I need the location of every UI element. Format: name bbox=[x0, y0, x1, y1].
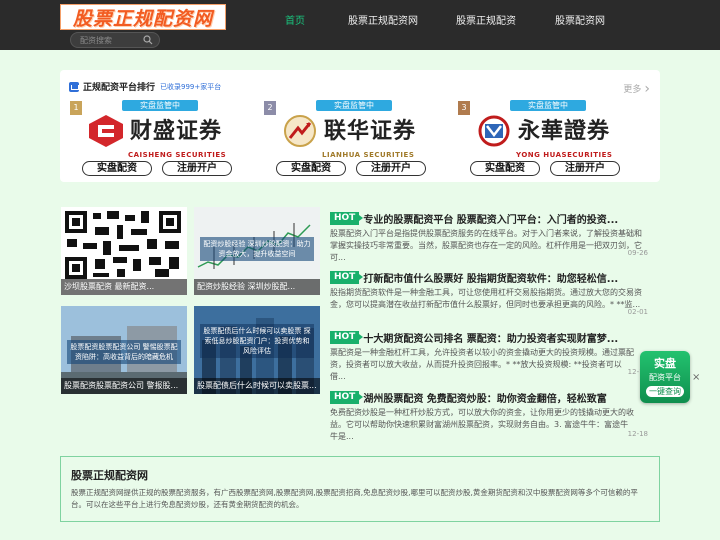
broker-status-ribbon: 实盘监管中 bbox=[510, 100, 586, 111]
nav-home[interactable]: 首页 bbox=[285, 12, 305, 27]
register-account-button[interactable]: 注册开户 bbox=[162, 161, 232, 176]
news-summary: 股指期货配资软件是一种金融工具，可让您使用杠杆交易股指期货。通过放大您的交易资金… bbox=[330, 288, 642, 309]
lianhua-logo-icon bbox=[284, 115, 316, 147]
platform-ranking-card: 正规配资平台排行 已收录999+家平台 更多 1 实盘监管中 财盛证券 CAIS… bbox=[60, 70, 660, 182]
news-summary: 票配资是一种金融杠杆工具，允许投资者以较小的资金撬动更大的投资规模。通过票配资，… bbox=[330, 348, 634, 381]
hot-badge: HOT bbox=[330, 211, 364, 225]
close-icon[interactable]: × bbox=[692, 372, 700, 383]
float-ad-line2: 配资平台 bbox=[649, 373, 681, 382]
ranking-header: 正规配资平台排行 已收录999+家平台 bbox=[69, 80, 221, 93]
article-thumbnail[interactable]: 沙坝股票配资 最新配资... bbox=[61, 207, 187, 295]
register-account-button[interactable]: 注册开户 bbox=[550, 161, 620, 176]
news-title[interactable]: 十大期货配资公司排名 票配资：助力投资者实现财富梦... bbox=[363, 330, 645, 345]
broker-actions: 实盘配资 注册开户 bbox=[276, 161, 426, 176]
news-date: 12-18 bbox=[627, 430, 648, 438]
broker-logo: 永華證券 bbox=[474, 113, 644, 149]
site-about-box: 股票正规配资网 股票正规配资网提供正规的股票配资服务，有广西股票配资网,股票配资… bbox=[60, 456, 660, 522]
news-title[interactable]: 专业的股票配资平台 股票配资入门平台：入门者的投资... bbox=[363, 211, 645, 226]
main-nav: 首页 股票正规配资网 股票正规配资 股票配资网 bbox=[0, 12, 720, 27]
news-summary: 股票配资入门平台是指提供股票配资服务的在线平台。对于入门者来说，了解投资基础和掌… bbox=[330, 229, 642, 262]
broker-logo: 联华证券 bbox=[280, 113, 450, 149]
real-margin-button[interactable]: 实盘配资 bbox=[470, 161, 540, 176]
thumbnail-overlay-text: 股票配债后什么时候可以卖股票 探索低息炒股配资门户：投资优势和风险评估 bbox=[200, 324, 314, 358]
nav-stock-regular-margin[interactable]: 股票正规配资 bbox=[456, 12, 516, 27]
broker-name: 永華證券 bbox=[518, 118, 611, 144]
register-account-button[interactable]: 注册开户 bbox=[356, 161, 426, 176]
float-ad-query-button[interactable]: 一键查询 bbox=[646, 386, 684, 397]
search-icon[interactable] bbox=[143, 35, 153, 45]
news-headline: HOT 湖州股票配资 免费配资炒股：助你资金翻倍，轻松致富 bbox=[330, 390, 648, 405]
ranking-subtitle: 已收录999+家平台 bbox=[160, 82, 222, 91]
news-title[interactable]: 打新配市值什么股票好 股指期货配资软件：助您轻松信... bbox=[363, 270, 645, 285]
broker-english-name: CAISHENG SECURITIES bbox=[128, 151, 227, 159]
top-header: 股票正规配资网 首页 股票正规配资网 股票正规配资 股票配资网 bbox=[0, 0, 720, 50]
broker-name: 联华证券 bbox=[324, 118, 417, 144]
real-margin-button[interactable]: 实盘配资 bbox=[82, 161, 152, 176]
news-item[interactable]: HOT 专业的股票配资平台 股票配资入门平台：入门者的投资... 股票配资入门平… bbox=[330, 211, 648, 264]
broker-english-name: YONG HUASECURITIES bbox=[516, 151, 613, 159]
thumbnail-caption: 配资炒股经验 深圳炒股配... bbox=[194, 279, 320, 295]
about-title: 股票正规配资网 bbox=[71, 469, 148, 482]
float-ad-line1: 实盘 bbox=[654, 357, 676, 370]
hot-badge: HOT bbox=[330, 390, 364, 404]
search-box bbox=[70, 32, 160, 48]
broker-actions: 实盘配资 注册开户 bbox=[470, 161, 620, 176]
news-item[interactable]: HOT 打新配市值什么股票好 股指期货配资软件：助您轻松信... 股指期货配资软… bbox=[330, 270, 648, 323]
news-item[interactable]: HOT 湖州股票配资 免费配资炒股：助你资金翻倍，轻松致富 免费配资炒股是一种杠… bbox=[330, 390, 648, 443]
broker-name: 财盛证券 bbox=[130, 118, 223, 144]
broker-rank-badge: 3 bbox=[458, 101, 470, 115]
ranking-more-link[interactable]: 更多 bbox=[623, 80, 650, 96]
broker-english-name: LIANHUA SECURITIES bbox=[322, 151, 415, 159]
broker-card[interactable]: 2 实盘监管中 联华证券 LIANHUA SECURITIES 实盘配资 注册开… bbox=[264, 100, 454, 177]
broker-actions: 实盘配资 注册开户 bbox=[82, 161, 232, 176]
broker-card[interactable]: 3 实盘监管中 永華證券 YONG HUASECURITIES 实盘配资 注册开… bbox=[458, 100, 648, 177]
news-title[interactable]: 湖州股票配资 免费配资炒股：助你资金翻倍，轻松致富 bbox=[363, 390, 645, 405]
news-headline: HOT 专业的股票配资平台 股票配资入门平台：入门者的投资... bbox=[330, 211, 648, 226]
hot-badge: HOT bbox=[330, 270, 364, 284]
broker-logo: 财盛证券 bbox=[86, 113, 256, 149]
broker-status-ribbon: 实盘监管中 bbox=[316, 100, 392, 111]
broker-status-ribbon: 实盘监管中 bbox=[122, 100, 198, 111]
broker-rank-badge: 1 bbox=[70, 101, 82, 115]
caisheng-logo-icon bbox=[89, 115, 123, 147]
news-date: 02-01 bbox=[627, 308, 648, 316]
news-date: 09-26 bbox=[627, 249, 648, 257]
hot-badge: HOT bbox=[330, 330, 364, 344]
yonghua-logo-icon bbox=[478, 115, 510, 147]
broker-rank-badge: 2 bbox=[264, 101, 276, 115]
article-thumbnail[interactable]: 股票配债后什么时候可以卖股票 探索低息炒股配资门户：投资优势和风险评估 股票配债… bbox=[194, 306, 320, 394]
thumbnail-caption: 沙坝股票配资 最新配资... bbox=[61, 279, 187, 295]
ranking-icon bbox=[69, 81, 79, 92]
real-margin-button[interactable]: 实盘配资 bbox=[276, 161, 346, 176]
ranking-title: 正规配资平台排行 bbox=[83, 83, 156, 93]
thumbnail-caption: 股票配债后什么时候可以卖股票... bbox=[194, 378, 320, 394]
floating-platform-query-widget[interactable]: 实盘 配资平台 一键查询 bbox=[640, 351, 690, 403]
news-summary: 免费配资炒股是一种杠杆炒股方式，可以放大你的资金，让你用更少的钱撬动更大的收益。… bbox=[330, 408, 634, 441]
nav-stock-regular-margin-site[interactable]: 股票正规配资网 bbox=[348, 12, 418, 27]
thumbnail-overlay-text: 股票配资股票配资公司 警惕股票配资陷阱：高收益背后的暗藏危机 bbox=[67, 340, 181, 364]
thumbnail-overlay-text: 配资炒股经验 深圳炒股配资：助力资金放大，提升收益空间 bbox=[200, 237, 314, 261]
news-headline: HOT 打新配市值什么股票好 股指期货配资软件：助您轻松信... bbox=[330, 270, 648, 285]
thumbnail-caption: 股票配资股票配资公司 警报股... bbox=[61, 378, 187, 394]
search-input[interactable] bbox=[80, 34, 140, 47]
about-text: 股票正规配资网提供正规的股票配资服务，有广西股票配资网,股票配资网,股票配资招商… bbox=[71, 488, 638, 509]
news-item[interactable]: HOT 十大期货配资公司排名 票配资：助力投资者实现财富梦... 票配资是一种金… bbox=[330, 330, 648, 383]
news-headline: HOT 十大期货配资公司排名 票配资：助力投资者实现财富梦... bbox=[330, 330, 648, 345]
article-thumbnail[interactable]: 配资炒股经验 深圳炒股配资：助力资金放大，提升收益空间 配资炒股经验 深圳炒股配… bbox=[194, 207, 320, 295]
article-thumbnail[interactable]: 股票配资股票配资公司 警惕股票配资陷阱：高收益背后的暗藏危机 股票配资股票配资公… bbox=[61, 306, 187, 394]
broker-card[interactable]: 1 实盘监管中 财盛证券 CAISHENG SECURITIES 实盘配资 注册… bbox=[70, 100, 260, 177]
nav-stock-margin-site[interactable]: 股票配资网 bbox=[555, 12, 605, 27]
